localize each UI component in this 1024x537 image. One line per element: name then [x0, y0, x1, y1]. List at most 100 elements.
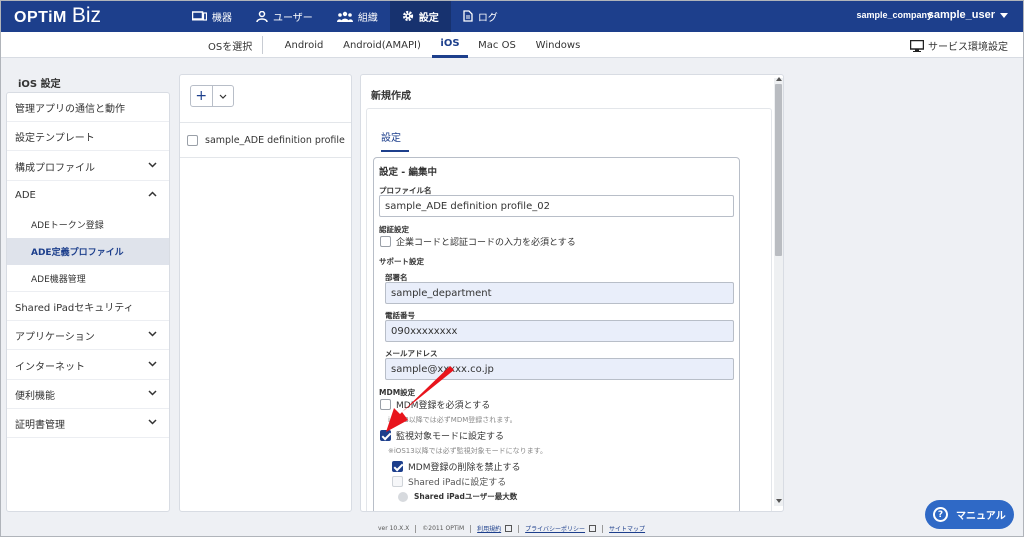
prevent-removal-checkbox[interactable]: [392, 461, 403, 472]
gear-icon: [402, 10, 413, 22]
footer-divider: [518, 524, 520, 533]
shared-ipad-max-radio[interactable]: [398, 491, 408, 502]
auth-required-checkbox[interactable]: [380, 236, 391, 247]
sidebar-item-ade-token[interactable]: ADEトークン登録: [7, 210, 169, 238]
department-input[interactable]: sample_department: [385, 282, 734, 304]
tab-windows[interactable]: Windows: [530, 32, 586, 58]
profile-checkbox[interactable]: [187, 134, 198, 146]
sidebar-item-shared-ipad[interactable]: Shared iPadセキュリティ: [7, 292, 169, 321]
editor-panel: 新規作成 設定 設定 - 編集中 プロファイル名 sample_ADE defi…: [360, 74, 784, 512]
user-menu[interactable]: sample_user: [928, 9, 1008, 21]
footer-divider: [415, 524, 417, 533]
logo-main-text: OPTiM: [14, 9, 67, 26]
auth-settings-label: 認証設定: [379, 225, 409, 234]
support-settings-label: サポート設定: [379, 257, 424, 266]
edit-box-title: 設定 - 編集中: [379, 167, 438, 178]
tab-settings[interactable]: 設定: [381, 129, 409, 152]
chevron-down-icon: [148, 162, 157, 168]
nav-devices[interactable]: 機器: [180, 0, 244, 32]
nav-devices-label: 機器: [212, 12, 232, 24]
sidebar-item-label: アプリケーション: [15, 331, 95, 343]
service-settings-link[interactable]: サービス環境設定: [910, 38, 1008, 53]
add-profile-button[interactable]: +: [191, 86, 213, 106]
sidebar-item-label: Shared iPadセキュリティ: [15, 302, 134, 314]
footer-copyright: ©2011 OPTiM: [422, 525, 465, 532]
list-item[interactable]: sample_ADE definition profile: [180, 122, 351, 158]
supervised-note: ※iOS13以降では必ず監視対象モードになります。: [388, 447, 547, 455]
nav-users[interactable]: ユーザー: [244, 0, 325, 32]
sidebar-item-certificates[interactable]: 証明書管理: [7, 409, 169, 438]
terms-link[interactable]: 利用規約: [477, 524, 501, 533]
scroll-up-icon[interactable]: [776, 77, 782, 81]
nav-settings-label: 設定: [418, 12, 439, 24]
group-icon: [336, 11, 353, 22]
tab-android[interactable]: Android: [278, 32, 330, 58]
main-nav: 機器 ユーザー 組織 設定 ログ: [180, 0, 510, 32]
chevron-down-icon: [148, 361, 157, 367]
sidebar-item-ade-devices[interactable]: ADE機器管理: [7, 265, 169, 292]
manual-button[interactable]: ? マニュアル: [925, 500, 1014, 529]
scroll-down-icon[interactable]: [776, 499, 782, 503]
footer: ver 10.X.X ©2011 OPTiM 利用規約 プライバシーポリシー サ…: [378, 524, 645, 533]
nav-organization[interactable]: 組織: [325, 0, 390, 32]
sidebar-item-label: ADEトークン登録: [31, 220, 104, 231]
top-navigation-bar: OPTiM Biz 機器 ユーザー 組織 設定 ログ sample_compan…: [0, 0, 1024, 32]
privacy-link[interactable]: プライバシーポリシー: [525, 524, 585, 533]
add-button-group: +: [190, 85, 234, 107]
external-link-icon: [505, 525, 513, 532]
sidebar-item-templates[interactable]: 設定テンプレート: [7, 122, 169, 151]
footer-divider: [470, 524, 472, 533]
manual-label: マニュアル: [956, 511, 1006, 522]
sidebar-item-label: 管理アプリの通信と動作: [15, 103, 125, 115]
footer-divider: [602, 524, 604, 533]
user-name: sample_user: [927, 9, 995, 21]
nav-organization-label: 組織: [357, 12, 378, 24]
auth-required-label: 企業コードと認証コードの入力を必須とする: [396, 238, 576, 248]
sidebar-item-label: 構成プロファイル: [15, 162, 95, 174]
nav-logs-label: ログ: [477, 12, 498, 24]
sidebar-item-ade-profile[interactable]: ADE定義プロファイル: [7, 238, 169, 265]
profile-list-panel: + sample_ADE definition profile: [179, 74, 352, 512]
nav-settings[interactable]: 設定: [389, 0, 451, 32]
sidebar-item-label: ADE: [15, 190, 36, 201]
sidebar-item-app-comm[interactable]: 管理アプリの通信と動作: [7, 93, 169, 122]
tab-ios[interactable]: iOS: [432, 32, 468, 58]
tab-android-amapi[interactable]: Android(AMAPI): [340, 32, 424, 58]
add-dropdown-button[interactable]: [213, 86, 234, 106]
shared-ipad-row[interactable]: Shared iPadに設定する: [392, 475, 506, 488]
sitemap-link[interactable]: サイトマップ: [609, 524, 645, 533]
prevent-removal-row[interactable]: MDM登録の削除を禁止する: [392, 460, 520, 473]
sidebar-item-ade[interactable]: ADE: [7, 181, 169, 210]
editor-card: 設定 設定 - 編集中 プロファイル名 sample_ADE definitio…: [366, 108, 772, 511]
editor-title: 新規作成: [371, 91, 411, 102]
sidebar-item-internet[interactable]: インターネット: [7, 351, 169, 380]
editor-scrollbar-thumb[interactable]: [775, 84, 782, 256]
red-arrow-annotation: [386, 366, 454, 432]
nav-logs[interactable]: ログ: [451, 0, 510, 32]
os-divider: [262, 36, 263, 54]
sidebar: 管理アプリの通信と動作 設定テンプレート 構成プロファイル ADE ADEトーク…: [6, 92, 170, 512]
sidebar-item-config-profile[interactable]: 構成プロファイル: [7, 152, 169, 181]
company-name: sample_company: [856, 10, 932, 20]
phone-input[interactable]: 090xxxxxxxx: [385, 320, 734, 342]
shared-ipad-max-label: Shared iPadユーザー最大数: [414, 492, 518, 501]
shared-ipad-checkbox[interactable]: [392, 476, 403, 487]
sidebar-item-utilities[interactable]: 便利機能: [7, 380, 169, 409]
chevron-down-icon: [148, 331, 157, 337]
os-selector-bar: OSを選択 Android Android(AMAPI) iOS Mac OS …: [0, 32, 1024, 58]
chevron-down-icon: [219, 94, 227, 99]
profile-name: sample_ADE definition profile: [205, 134, 345, 146]
profile-name-input[interactable]: sample_ADE definition profile_02: [379, 195, 734, 217]
shared-ipad-max-row[interactable]: Shared iPadユーザー最大数: [398, 491, 517, 502]
nav-users-label: ユーザー: [273, 12, 313, 24]
sidebar-item-label: 設定テンプレート: [15, 132, 95, 144]
tab-macos[interactable]: Mac OS: [474, 32, 520, 58]
auth-required-row[interactable]: 企業コードと認証コードの入力を必須とする: [380, 235, 576, 248]
chevron-up-icon: [148, 191, 157, 197]
os-select-label: OSを選択: [208, 42, 253, 53]
external-link-icon: [589, 525, 597, 532]
sidebar-item-applications[interactable]: アプリケーション: [7, 321, 169, 350]
settings-edit-box: 設定 - 編集中 プロファイル名 sample_ADE definition p…: [373, 157, 740, 511]
optim-biz-logo[interactable]: OPTiM Biz: [14, 4, 101, 28]
shared-ipad-label: Shared iPadに設定する: [408, 478, 507, 488]
